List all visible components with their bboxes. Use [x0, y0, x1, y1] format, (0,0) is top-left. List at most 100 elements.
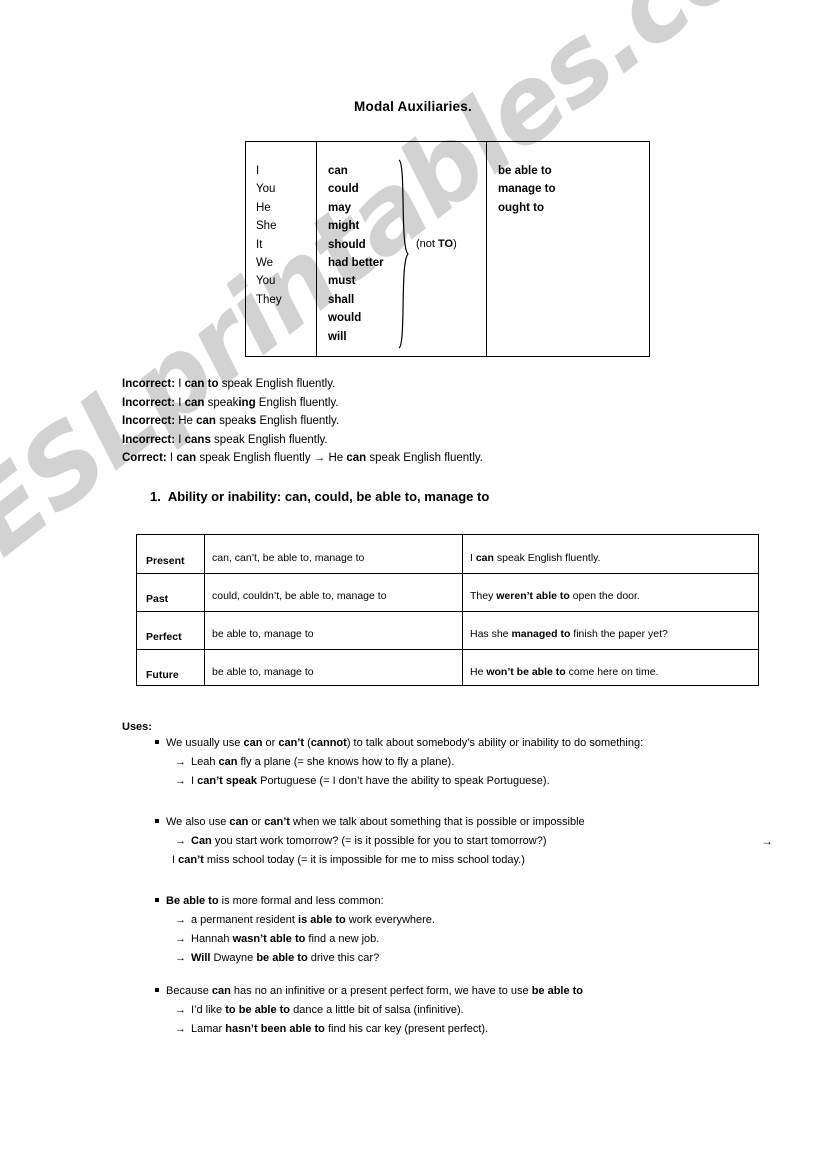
plain-text: They: [470, 590, 497, 602]
example-line: Incorrect: I can to speak English fluent…: [122, 375, 483, 394]
pronoun-item: They: [256, 293, 282, 306]
plain-text: when we talk about something that is pos…: [289, 816, 585, 828]
tense-example: They weren’t able to open the door.: [470, 590, 640, 602]
plain-text: drive this car?: [307, 952, 380, 964]
stray-arrow-icon: →: [761, 834, 773, 848]
uses-example-line: → Can you start work tomorrow? (= is it p…: [175, 835, 546, 847]
not-to-suffix: ): [453, 238, 457, 250]
emphasis-text: is able to: [298, 914, 346, 926]
plain-text: finish the paper yet?: [570, 628, 668, 640]
plain-text: Has she: [470, 628, 512, 640]
emphasis-text: wasn’t able to: [232, 933, 306, 945]
example-line: Incorrect: I cans speak English fluently…: [122, 431, 483, 450]
modal-item: must: [328, 275, 356, 288]
uses-example-line: → a permanent resident is able to work ev…: [175, 914, 435, 926]
uses-label: Uses:: [122, 721, 152, 733]
plain-text: Portuguese (= I don’t have the ability t…: [257, 775, 550, 787]
uses-example-line: → I’d like to be able to dance a little b…: [175, 1004, 464, 1016]
arrow-icon: →: [175, 933, 186, 945]
bullet-square-icon: [155, 898, 159, 903]
plain-text: Because: [166, 985, 212, 997]
plain-text: Lamar: [191, 1023, 226, 1035]
plain-text: or: [248, 816, 265, 828]
table-row: Perfect be able to, manage to Has she mana…: [137, 611, 758, 649]
section-number: 1.: [150, 489, 161, 504]
emphasis-text: to be able to: [225, 1004, 291, 1016]
tense-label: Perfect: [146, 631, 182, 643]
table1-divider-2: [486, 142, 487, 356]
example-label: Correct:: [122, 452, 167, 465]
emphasis-text: can: [176, 452, 197, 465]
uses-example-line: → I can’t speak Portuguese (= I don’t hav…: [175, 775, 550, 787]
emphasis-text: can: [184, 396, 205, 409]
example-line: Incorrect: He can speaks English fluentl…: [122, 412, 483, 431]
uses-example-line-noarrow: I can’t miss school today (= it is impos…: [172, 854, 525, 866]
emphasis-text: weren’t able to: [496, 590, 570, 602]
tense-example: I can speak English fluently.: [470, 552, 601, 564]
emphasis-text: can’t speak: [197, 775, 258, 787]
emphasis-text: can: [229, 816, 249, 828]
example-label: Incorrect:: [122, 415, 176, 428]
modal-item: will: [328, 330, 347, 343]
arrow-icon: →: [175, 1004, 186, 1016]
emphasis-text: can: [196, 415, 216, 428]
tense-example: Has she managed to finish the paper yet?: [470, 628, 668, 640]
arrow-icon: →: [175, 914, 186, 926]
emphasis-text: can: [211, 985, 231, 997]
emphasis-text: hasn’t been able to: [225, 1023, 325, 1035]
emphasis-text: Will: [191, 952, 211, 964]
plain-text: We usually use: [166, 737, 244, 749]
modal-auxiliaries-table: I You He She It We You They can could may might sho…: [245, 141, 650, 357]
plain-text: a permanent resident: [191, 914, 299, 926]
plain-text: Leah: [191, 756, 219, 768]
pronoun-item: It: [256, 238, 263, 251]
plain-text: find a new job.: [305, 933, 380, 945]
modal-item: would: [328, 312, 362, 325]
plain-text: I: [166, 452, 177, 465]
emphasis-text: can: [475, 552, 494, 564]
emphasis-text: be able to: [256, 952, 308, 964]
uses-example-line: → Hannah wasn’t able to find a new job.: [175, 933, 379, 945]
emphasis-text: Be able to: [166, 895, 219, 907]
semi-modal-item: manage to: [498, 183, 556, 196]
bullet-square-icon: [155, 819, 159, 824]
table-row: Future be able to, manage to He won’t be a…: [137, 649, 758, 687]
plain-text: (: [304, 737, 311, 749]
plain-text: speak English fluently.: [218, 378, 336, 390]
uses-example-line: → Will Dwayne be able to drive this car?: [175, 952, 379, 964]
uses-example-line: → Leah can fly a plane (= she knows how t…: [175, 756, 454, 768]
plain-text: ) to talk about somebody’s ability or in…: [346, 737, 644, 749]
plain-text: Hannah: [191, 933, 233, 945]
tense-label: Future: [146, 669, 179, 681]
emphasis-text: can to: [184, 378, 219, 390]
emphasis-text: cans: [184, 433, 211, 446]
not-to-note: (not TO): [416, 238, 457, 250]
plain-text: you start work tomorrow? (= is it possib…: [211, 835, 547, 847]
arrow-icon: →: [175, 835, 186, 847]
table-row: Present can, can’t, be able to, manage to…: [137, 535, 758, 573]
tense-forms: can, can’t, be able to, manage to: [212, 552, 365, 564]
tense-example: He won’t be able to come here on time.: [470, 666, 658, 678]
pronoun-item: You: [256, 183, 276, 196]
emphasis-text: cannot: [310, 737, 347, 749]
section-heading: 1. Ability or inability: can, could, be a…: [150, 489, 489, 504]
uses-bullet: Because can has no an infinitive or a pr…: [155, 985, 583, 997]
pronoun-column: I You He She It We You They: [256, 162, 282, 309]
page-title: Modal Auxiliaries.: [354, 99, 472, 114]
uses-bullet: We also use can or can’t when we talk ab…: [155, 816, 585, 828]
example-line: Correct: I can speak English fluently → …: [122, 449, 483, 468]
plain-text: dance a little bit of salsa (infinitive)…: [290, 1004, 464, 1016]
plain-text: speak English fluently.: [210, 433, 328, 446]
plain-text: work everywhere.: [345, 914, 435, 926]
tense-forms: could, couldn’t, be able to, manage to: [212, 590, 387, 602]
arrow-icon: →: [175, 775, 186, 787]
emphasis-text: ing: [238, 396, 256, 409]
modal-item: should: [328, 238, 366, 251]
correctness-examples: Incorrect: I can to speak English fluent…: [122, 375, 483, 468]
pronoun-item: He: [256, 201, 271, 214]
plain-text: I: [175, 378, 185, 390]
tense-table: Present can, can’t, be able to, manage to…: [136, 534, 759, 686]
modal-item: had better: [328, 257, 384, 270]
table-row: Past could, couldn’t, be able to, manage …: [137, 573, 758, 611]
plain-text: miss school today (= it is impossible fo…: [203, 854, 525, 866]
